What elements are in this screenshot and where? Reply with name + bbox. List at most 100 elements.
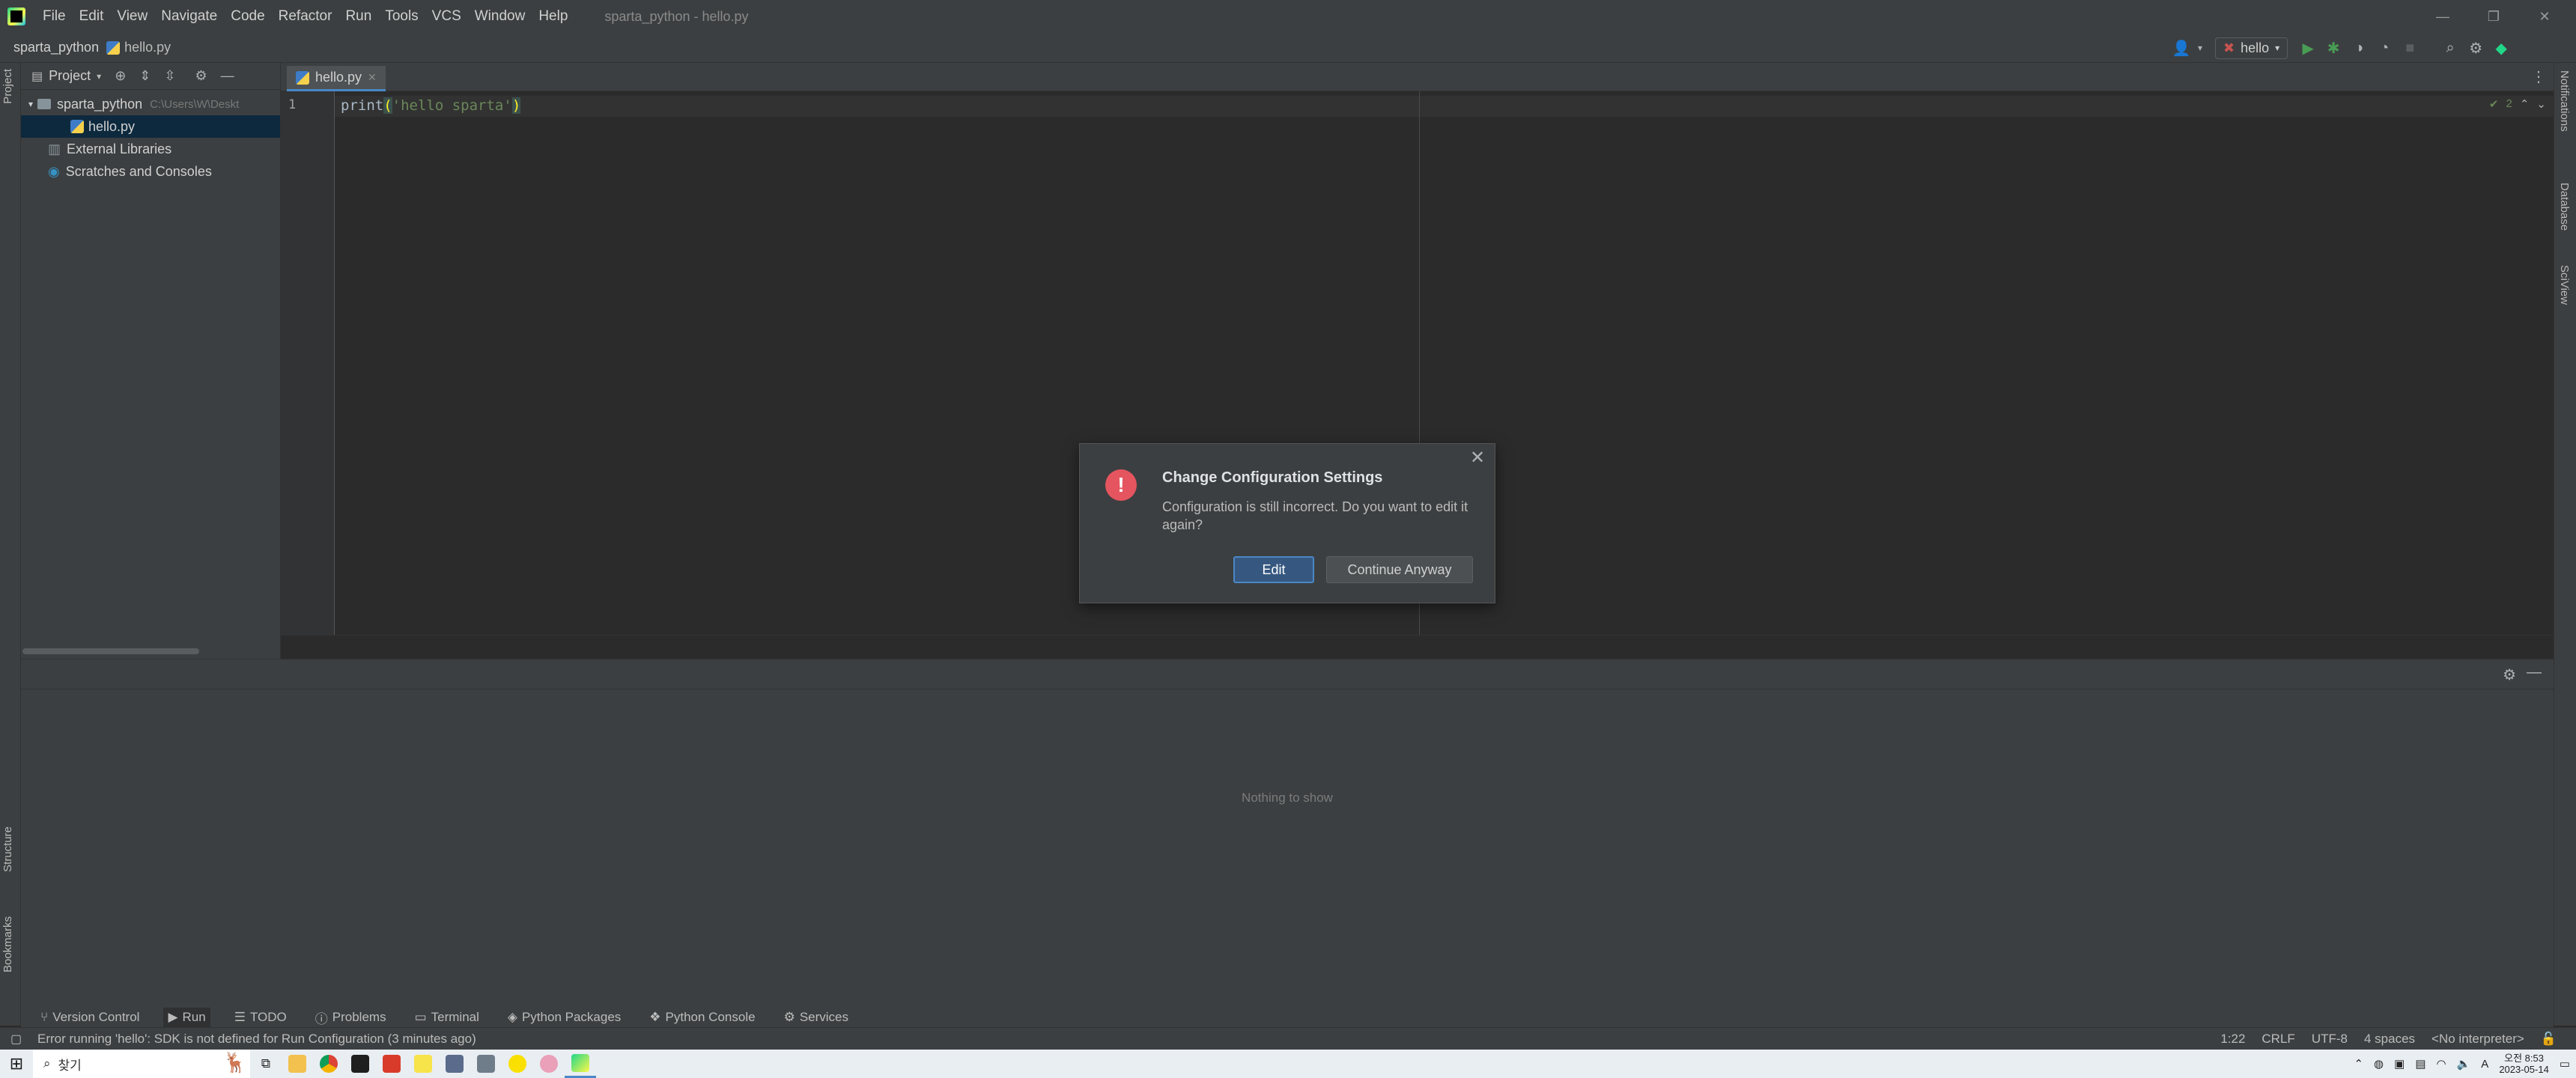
status-message[interactable]: Error running 'hello': SDK is not define… xyxy=(37,1032,476,1047)
acrobat-icon[interactable] xyxy=(376,1050,407,1078)
tool-tab-sciview[interactable]: SciView xyxy=(2558,265,2571,305)
chevron-down-icon[interactable]: ▾ xyxy=(28,99,33,109)
menu-refactor[interactable]: Refactor xyxy=(272,8,339,25)
search-icon[interactable]: ⌕ xyxy=(2437,35,2463,61)
tool-button-python-console[interactable]: ❖ Python Console xyxy=(645,1008,759,1027)
tray-app-icon[interactable]: ◍ xyxy=(2374,1057,2384,1071)
breadcrumb-file[interactable]: hello.py xyxy=(106,40,171,55)
tree-item-scratches[interactable]: ◉ Scratches and Consoles xyxy=(21,160,280,183)
calculator-icon[interactable] xyxy=(470,1050,502,1078)
tool-tab-structure[interactable]: Structure xyxy=(1,826,14,872)
menu-edit[interactable]: Edit xyxy=(73,8,111,25)
chevron-up-icon[interactable]: ⌃ xyxy=(2520,97,2530,111)
menu-window[interactable]: Window xyxy=(468,8,532,25)
menu-code[interactable]: Code xyxy=(224,8,271,25)
close-icon[interactable]: ✕ xyxy=(1468,448,1487,468)
menu-vcs[interactable]: VCS xyxy=(425,8,468,25)
jetbrains-toolbox-icon[interactable]: ◆ xyxy=(2488,35,2514,61)
more-icon[interactable]: ⋮ xyxy=(2531,67,2546,86)
restore-icon[interactable]: ❐ xyxy=(2468,0,2519,33)
library-icon: ▥ xyxy=(48,141,61,156)
lock-icon[interactable]: 🔓 xyxy=(2541,1032,2557,1047)
clock[interactable]: 오전 8:53 2023-05-14 xyxy=(2499,1053,2549,1075)
app-icon[interactable] xyxy=(439,1050,470,1078)
coverage-icon[interactable]: ◑ xyxy=(2346,35,2372,61)
collapse-all-icon[interactable]: ⇳ xyxy=(164,68,175,84)
profile-icon[interactable]: ◔ xyxy=(2372,35,2397,61)
chevron-down-icon[interactable]: ▾ xyxy=(2194,35,2206,61)
app-icon[interactable] xyxy=(344,1050,376,1078)
notification-icon[interactable]: ▭ xyxy=(2560,1057,2570,1071)
minimize-icon[interactable]: — xyxy=(2417,0,2468,33)
toggle-tool-windows-icon[interactable]: ▢ xyxy=(10,1032,22,1047)
stop-icon[interactable]: ■ xyxy=(2397,35,2422,61)
menu-file[interactable]: File xyxy=(36,8,73,25)
run-config-selector[interactable]: ✖ hello ▾ xyxy=(2215,37,2288,59)
tool-button-label: Run xyxy=(182,1010,206,1024)
project-view-selector[interactable]: Project xyxy=(49,68,91,84)
menu-help[interactable]: Help xyxy=(532,8,574,25)
tree-item-project-root[interactable]: ▾ sparta_python C:\Users\W\Deskt xyxy=(21,93,280,115)
settings-icon[interactable]: ⚙ xyxy=(2503,666,2516,684)
close-window-icon[interactable]: ✕ xyxy=(2519,0,2570,33)
tool-button-problems[interactable]: ⓘ Problems xyxy=(311,1008,391,1027)
volume-icon[interactable]: 🔈 xyxy=(2457,1057,2471,1071)
tool-button-services[interactable]: ⚙ Services xyxy=(780,1008,853,1027)
tray-app-icon[interactable]: ▣ xyxy=(2394,1057,2405,1071)
horizontal-scrollbar[interactable] xyxy=(22,648,199,654)
line-separator[interactable]: CRLF xyxy=(2261,1032,2294,1047)
chevron-down-icon[interactable]: ▾ xyxy=(97,71,101,82)
indent-setting[interactable]: 4 spaces xyxy=(2364,1032,2415,1047)
taskbar-search[interactable]: ⌕ 찾기 🦌 xyxy=(33,1050,250,1078)
tool-button-version-control[interactable]: ⑂ Version Control xyxy=(36,1008,144,1027)
windows-start-icon[interactable]: ⊞ xyxy=(0,1050,33,1078)
pycharm-taskbar-icon[interactable] xyxy=(565,1050,596,1078)
ime-indicator[interactable]: A xyxy=(2481,1058,2488,1071)
locate-file-icon[interactable]: ⊕ xyxy=(115,68,126,84)
menu-navigate[interactable]: Navigate xyxy=(154,8,224,25)
expand-all-icon[interactable]: ⇕ xyxy=(139,68,151,84)
file-encoding[interactable]: UTF-8 xyxy=(2312,1032,2348,1047)
chrome-icon[interactable] xyxy=(313,1050,344,1078)
add-user-icon[interactable]: 👤 xyxy=(2169,35,2194,61)
close-tab-icon[interactable]: ✕ xyxy=(368,71,377,84)
tree-item-hello-py[interactable]: hello.py xyxy=(21,115,280,138)
settings-icon[interactable]: ⚙ xyxy=(2463,35,2488,61)
chevron-down-icon[interactable]: ⌄ xyxy=(2536,97,2546,111)
run-icon[interactable]: ▶ xyxy=(2295,35,2321,61)
tab-label: hello.py xyxy=(315,70,362,85)
tray-app-icon[interactable]: ▤ xyxy=(2415,1057,2425,1071)
code-line[interactable]: print('hello sparta') xyxy=(341,97,521,114)
debug-icon[interactable]: ✱ xyxy=(2321,35,2346,61)
continue-anyway-button[interactable]: Continue Anyway xyxy=(1326,556,1473,583)
tool-button-python-packages[interactable]: ◈ Python Packages xyxy=(503,1008,625,1027)
menu-view[interactable]: View xyxy=(110,8,154,25)
menu-tools[interactable]: Tools xyxy=(378,8,425,25)
tool-tab-project[interactable]: Project xyxy=(1,69,14,104)
inspection-widget[interactable]: ✔ 2 ⌃ ⌄ xyxy=(2489,97,2546,111)
tool-tab-bookmarks[interactable]: Bookmarks xyxy=(1,916,14,972)
line-number: 1 xyxy=(288,97,297,112)
tool-button-run[interactable]: ▶ Run xyxy=(163,1008,210,1027)
caret-position[interactable]: 1:22 xyxy=(2220,1032,2245,1047)
tool-button-todo[interactable]: ☰ TODO xyxy=(230,1008,291,1027)
edit-button[interactable]: Edit xyxy=(1233,556,1314,583)
breadcrumb-project[interactable]: sparta_python xyxy=(0,40,106,55)
kakaotalk-icon[interactable] xyxy=(502,1050,533,1078)
app-icon[interactable] xyxy=(533,1050,565,1078)
tool-tab-notifications[interactable]: Notifications xyxy=(2558,70,2571,132)
wifi-icon[interactable]: ◠ xyxy=(2437,1057,2446,1071)
sticky-notes-icon[interactable] xyxy=(407,1050,439,1078)
chevron-up-icon[interactable]: ⌃ xyxy=(2354,1057,2363,1071)
tool-tab-database[interactable]: Database xyxy=(2558,183,2571,231)
tab-hello-py[interactable]: hello.py ✕ xyxy=(287,66,386,91)
hide-panel-icon[interactable]: — xyxy=(221,68,234,84)
tree-item-external-libraries[interactable]: ▥ External Libraries xyxy=(21,138,280,160)
tool-button-terminal[interactable]: ▭ Terminal xyxy=(410,1008,484,1027)
settings-icon[interactable]: ⚙ xyxy=(195,68,207,84)
interpreter-selector[interactable]: <No interpreter> xyxy=(2431,1032,2524,1047)
hide-panel-icon[interactable]: — xyxy=(2527,664,2542,681)
file-explorer-icon[interactable] xyxy=(282,1050,313,1078)
menu-run[interactable]: Run xyxy=(338,8,378,25)
task-view-icon[interactable]: ⧉ xyxy=(250,1050,282,1078)
